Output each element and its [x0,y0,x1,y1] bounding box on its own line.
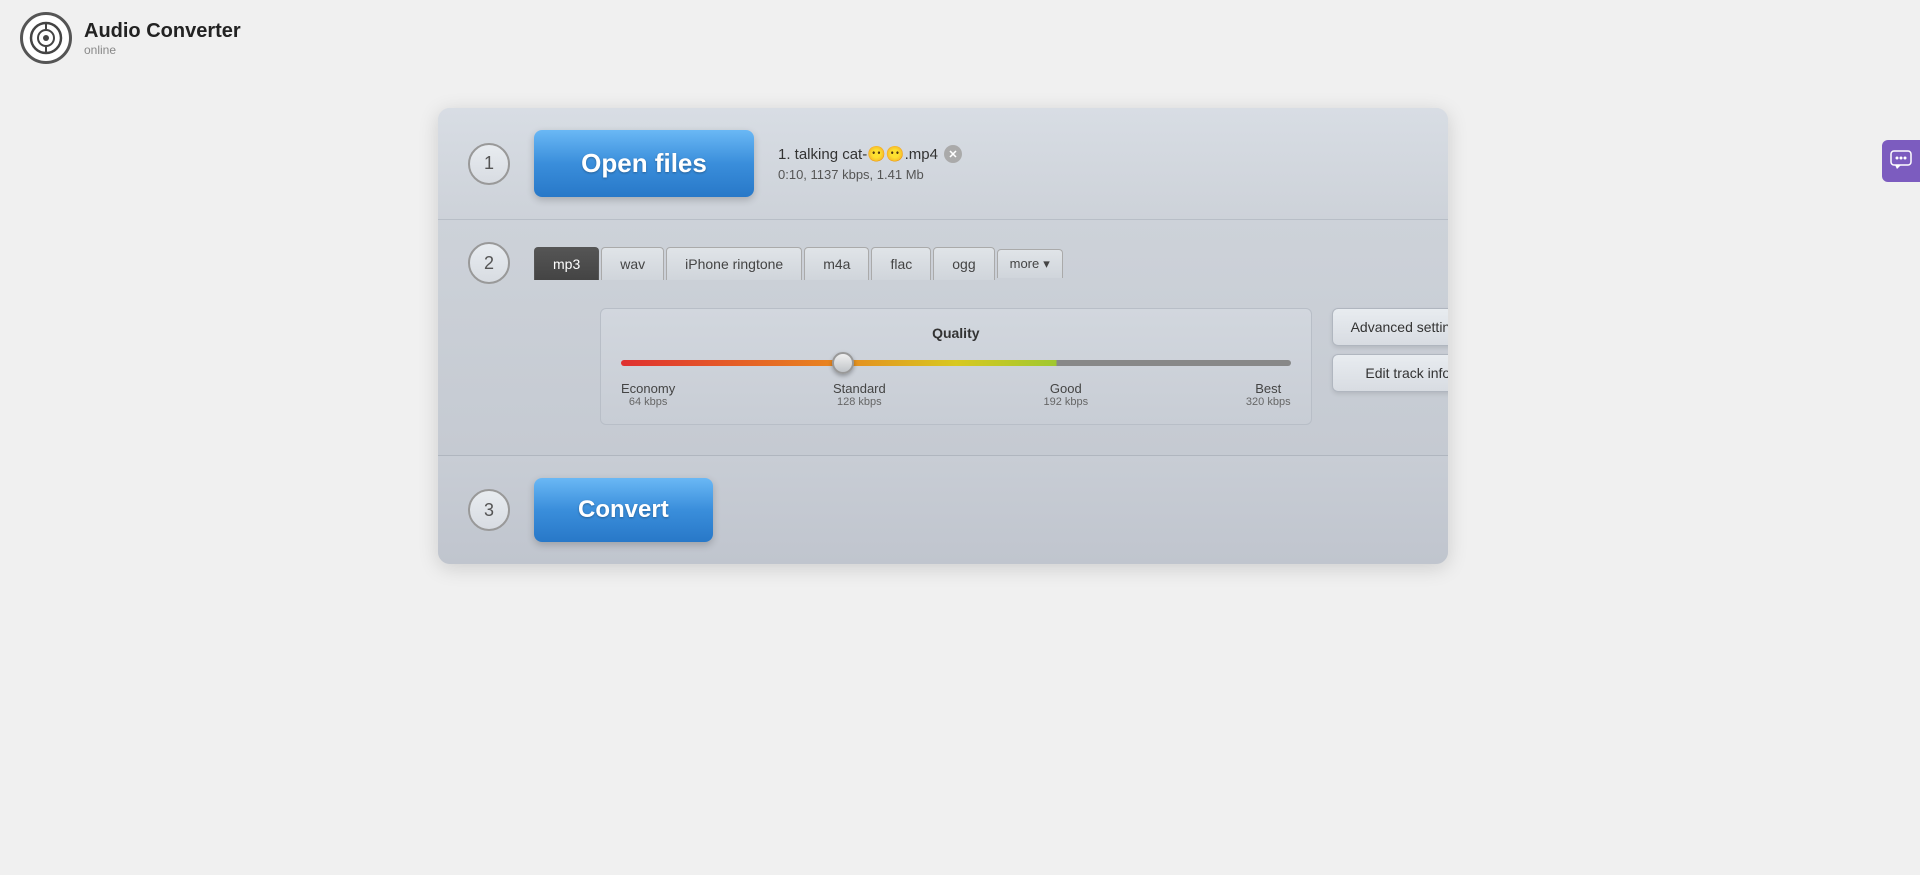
quality-label-economy-kbps: 64 kbps [621,396,675,408]
file-meta: 0:10, 1137 kbps, 1.41 Mb [778,167,962,182]
quality-title: Quality [621,325,1291,341]
quality-label-economy: Economy 64 kbps [621,381,675,408]
file-info: 1. talking cat-😶😶.mp4 ✕ 0:10, 1137 kbps,… [778,145,962,182]
quality-label-good-kbps: 192 kbps [1044,396,1089,408]
file-name: 1. talking cat-😶😶.mp4 [778,145,938,163]
quality-label-good-name: Good [1044,381,1089,396]
chevron-down-icon: ▾ [1043,256,1050,272]
quality-label-best: Best 320 kbps [1246,381,1291,408]
quality-label-economy-name: Economy [621,381,675,396]
app-subtitle: online [84,43,241,57]
step-2-row: 2 mp3 wav iPhone ringtone m4a flac ogg m… [438,220,1448,456]
feedback-button[interactable] [1882,140,1920,182]
format-tab-flac[interactable]: flac [871,247,931,280]
quality-section: Quality Economy 64 kbps Standard [600,308,1312,425]
quality-label-standard: Standard 128 kbps [833,381,886,408]
file-close-button[interactable]: ✕ [944,145,962,163]
app-title-group: Audio Converter online [84,20,241,57]
quality-slider-track [621,360,1291,366]
quality-inner: Quality Economy 64 kbps Standard [621,325,1291,408]
format-tabs: mp3 wav iPhone ringtone m4a flac ogg mor… [534,247,1418,280]
convert-button[interactable]: Convert [534,478,713,542]
step-1-number: 1 [468,143,510,185]
format-tab-iphone[interactable]: iPhone ringtone [666,247,802,280]
app-logo [20,12,72,64]
format-tab-wav[interactable]: wav [601,247,664,280]
step-2-number: 2 [468,242,510,284]
file-name-row: 1. talking cat-😶😶.mp4 ✕ [778,145,962,163]
format-more-label: more [1010,256,1040,271]
quality-label-standard-name: Standard [833,381,886,396]
open-files-button[interactable]: Open files [534,130,754,197]
quality-slider-wrapper [621,353,1291,373]
main-container: 1 Open files 1. talking cat-😶😶.mp4 ✕ 0:1… [438,108,1448,564]
step-3-number: 3 [468,489,510,531]
quality-label-best-kbps: 320 kbps [1246,396,1291,408]
quality-label-standard-kbps: 128 kbps [833,396,886,408]
step-1-row: 1 Open files 1. talking cat-😶😶.mp4 ✕ 0:1… [438,108,1448,220]
quality-label-best-name: Best [1246,381,1291,396]
edit-track-info-button[interactable]: Edit track info [1332,354,1448,392]
advanced-settings-button[interactable]: Advanced settings [1332,308,1448,346]
quality-slider-thumb[interactable] [832,352,854,374]
format-more-button[interactable]: more ▾ [997,249,1063,278]
app-header: Audio Converter online [0,0,261,76]
format-tab-mp3[interactable]: mp3 [534,247,599,280]
format-tab-ogg[interactable]: ogg [933,247,994,280]
app-title: Audio Converter [84,20,241,43]
quality-slider-area: Quality Economy 64 kbps Standard [621,325,1291,408]
side-buttons: Advanced settings Edit track info [1332,308,1448,392]
format-tab-m4a[interactable]: m4a [804,247,869,280]
step-3-row: 3 Convert [438,456,1448,564]
quality-labels: Economy 64 kbps Standard 128 kbps Good 1… [621,381,1291,408]
quality-label-good: Good 192 kbps [1044,381,1089,408]
